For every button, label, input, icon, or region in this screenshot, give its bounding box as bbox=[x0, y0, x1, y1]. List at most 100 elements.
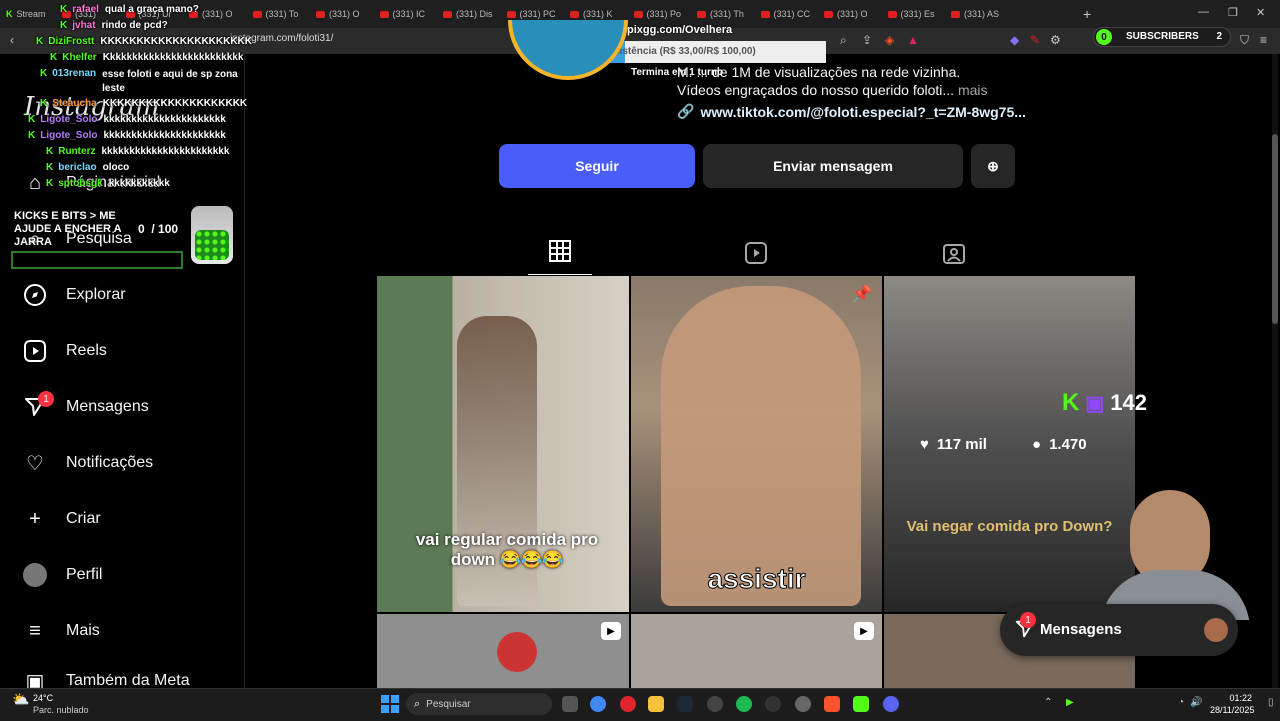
chat-username[interactable]: Ligote_Solo bbox=[40, 114, 97, 125]
twitch-icon: ▣ bbox=[1085, 392, 1105, 415]
chat-username[interactable]: Runterz bbox=[58, 146, 95, 157]
brave-icon[interactable] bbox=[824, 696, 840, 712]
follow-button[interactable]: Seguir bbox=[499, 144, 695, 188]
chat-username[interactable]: rafael bbox=[72, 4, 99, 15]
share-icon[interactable]: ⇪ bbox=[862, 33, 872, 47]
sidebar-item-also-from-meta[interactable]: ▣ Também da Meta bbox=[22, 674, 190, 688]
sidebar-item-reels[interactable]: Reels bbox=[22, 338, 107, 364]
messages-bar[interactable]: 1 Mensagens bbox=[1000, 604, 1238, 656]
browser-tab[interactable]: (331) O bbox=[824, 4, 882, 24]
post-tile[interactable]: 📌 assistir bbox=[631, 276, 882, 612]
brave-shield-icon[interactable]: ◈ bbox=[885, 33, 894, 47]
browser-tab[interactable]: (331) O bbox=[316, 4, 374, 24]
task-view-icon[interactable] bbox=[562, 696, 578, 712]
comment-icon: ● bbox=[1032, 436, 1042, 453]
extension-icon[interactable]: ⚙ bbox=[1050, 33, 1061, 47]
post-tile[interactable]: vai regular comida pro down 😂😂😂 bbox=[377, 276, 629, 612]
scrollbar[interactable] bbox=[1272, 54, 1278, 688]
browser-tab[interactable]: (331) CC bbox=[760, 4, 819, 24]
tray-icon[interactable]: ▶ bbox=[1066, 697, 1074, 708]
sidebar-item-more[interactable]: ≡ Mais bbox=[22, 618, 100, 644]
chat-username[interactable]: DiziFrostt bbox=[48, 36, 94, 47]
post-tile[interactable]: ♥ 117 mil ● 1.470 Vai negar comida pro Dow… bbox=[884, 276, 1135, 612]
sidebar-item-notifications[interactable]: ♡ Notificações bbox=[22, 450, 153, 476]
back-icon[interactable]: ‹ bbox=[10, 33, 14, 47]
chat-text: rindo de pcd? bbox=[101, 20, 168, 31]
tab-reels[interactable] bbox=[745, 242, 767, 269]
app-icon[interactable] bbox=[765, 696, 781, 712]
weather-icon[interactable]: ⛅ bbox=[12, 691, 29, 708]
maximize-icon[interactable]: ❐ bbox=[1228, 6, 1238, 19]
new-tab-button[interactable]: + bbox=[1083, 6, 1091, 22]
youtube-icon bbox=[506, 10, 516, 18]
spotify-icon[interactable] bbox=[736, 696, 752, 712]
tab-label: (331) Po bbox=[646, 9, 682, 19]
browser-tab[interactable]: (331) Es bbox=[887, 4, 946, 24]
chat-message: K 013renan esse foloti e aqui de sp zona l… bbox=[40, 68, 242, 96]
tray-chevron-icon[interactable]: ⌃ bbox=[1044, 697, 1052, 708]
jar-progress-bar bbox=[11, 251, 183, 269]
minimize-icon[interactable]: — bbox=[1198, 6, 1209, 18]
heart-icon: ♡ bbox=[26, 452, 44, 475]
suggest-accounts-button[interactable]: ⊕ bbox=[971, 144, 1015, 188]
sidebar-item-profile[interactable]: Perfil bbox=[22, 562, 102, 588]
post-tile[interactable]: ▶ bbox=[377, 614, 629, 688]
close-icon[interactable]: ✕ bbox=[1256, 6, 1265, 19]
kick-icon[interactable] bbox=[853, 696, 869, 712]
file-explorer-icon[interactable] bbox=[648, 696, 664, 712]
extension-icon[interactable]: ✎ bbox=[1030, 33, 1040, 47]
wifi-icon[interactable]: ◔ bbox=[1178, 697, 1184, 708]
steam-icon[interactable] bbox=[677, 696, 693, 712]
extension-icon[interactable]: ◆ bbox=[1010, 33, 1019, 47]
brave-rewards-icon[interactable]: ▲ bbox=[907, 33, 919, 47]
kick-badge-icon: K bbox=[40, 98, 48, 109]
chat-username[interactable]: Ligote_Solo bbox=[40, 130, 97, 141]
notification-center-icon[interactable]: ▯ bbox=[1268, 697, 1274, 708]
browser-tab[interactable]: (331) Dis bbox=[443, 4, 501, 24]
sidebar-item-explore[interactable]: Explorar bbox=[22, 282, 126, 308]
profile-link[interactable]: 🔗 www.tiktok.com/@foloti.especial?_t=ZM-… bbox=[677, 103, 1026, 120]
send-message-button[interactable]: Enviar mensagem bbox=[703, 144, 963, 188]
bio-more-link[interactable]: mais bbox=[958, 82, 988, 98]
tab-tagged[interactable] bbox=[943, 242, 965, 269]
chat-text: Kkkkkkkkkkkkkkkkkkkkkkkkk bbox=[102, 52, 244, 63]
kick-badge-icon: K bbox=[60, 4, 68, 15]
chat-username[interactable]: sptobsgk bbox=[58, 178, 102, 189]
chat-username[interactable]: Khelfer bbox=[62, 52, 96, 63]
discord-icon[interactable] bbox=[883, 696, 899, 712]
kick-icon: K bbox=[6, 9, 13, 19]
browser-tab[interactable]: (331) IC bbox=[379, 4, 438, 24]
chat-username[interactable]: Steaucha bbox=[52, 98, 96, 109]
browser-tab[interactable]: K Stream bbox=[6, 4, 62, 24]
chat-username[interactable]: bericlao bbox=[58, 162, 96, 173]
volume-icon[interactable]: 🔊 bbox=[1190, 697, 1202, 708]
chrome-icon[interactable] bbox=[590, 696, 606, 712]
profile-avatar[interactable] bbox=[508, 20, 628, 84]
chat-text: KKKKKKKKKKKKKKKKKKKK bbox=[102, 98, 248, 109]
post-comments: ● 1.470 bbox=[1032, 436, 1087, 453]
app-icon[interactable] bbox=[795, 696, 811, 712]
app-icon[interactable] bbox=[707, 696, 723, 712]
notification-badge: 1 bbox=[38, 391, 54, 407]
browser-tab[interactable]: (331) Th bbox=[697, 4, 755, 24]
zoom-icon[interactable]: ⌕ bbox=[840, 33, 847, 48]
chat-username[interactable]: 013renan bbox=[52, 68, 96, 79]
chat-text: qual a graça mano? bbox=[104, 4, 199, 15]
windows-start-icon[interactable] bbox=[381, 695, 399, 713]
sidebar-item-create[interactable]: + Criar bbox=[22, 506, 101, 532]
kick-badge-icon: K bbox=[46, 178, 54, 189]
browser-tab[interactable]: (331) AS bbox=[951, 4, 1009, 24]
chat-username[interactable]: jvhat bbox=[72, 20, 95, 31]
post-likes: ♥ 117 mil bbox=[920, 436, 987, 453]
taskbar-search[interactable]: ⌕ Pesquisar bbox=[406, 693, 552, 715]
jar-icon bbox=[191, 206, 233, 264]
tab-label: (331) Th bbox=[710, 9, 744, 19]
opera-icon[interactable] bbox=[620, 696, 636, 712]
browser-tab[interactable]: (331) To bbox=[252, 4, 311, 24]
post-tile[interactable]: ▶ bbox=[631, 614, 882, 688]
menu-icon[interactable]: ≡ bbox=[1260, 33, 1267, 47]
browser-tab[interactable]: (331) Po bbox=[633, 4, 692, 24]
shield-icon[interactable]: ⛉ bbox=[1240, 33, 1249, 48]
tab-posts[interactable] bbox=[528, 240, 592, 275]
tab-label: (331) K bbox=[583, 9, 613, 19]
